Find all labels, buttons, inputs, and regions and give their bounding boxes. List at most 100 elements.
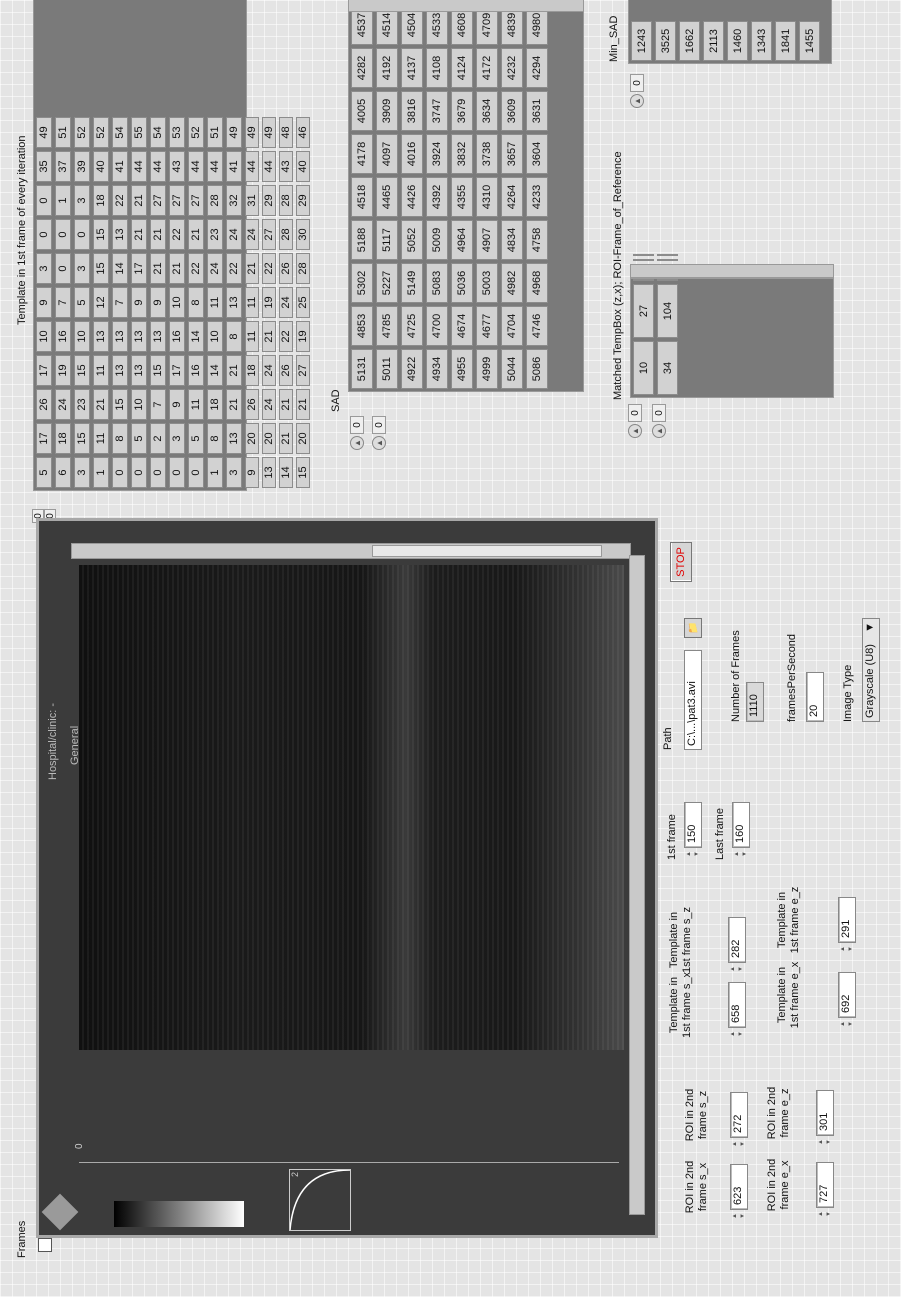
template-array-cell[interactable]: 22 xyxy=(169,219,185,250)
tpl-ez-field[interactable]: 291 xyxy=(838,897,856,943)
template-array-cell[interactable]: 10 xyxy=(36,321,52,352)
template-array-cell[interactable]: 22 xyxy=(262,253,276,284)
sad-array-cell[interactable]: 5117 xyxy=(376,220,398,260)
template-array-cell[interactable]: 35 xyxy=(36,151,52,182)
template-array-cell[interactable]: 24 xyxy=(262,355,276,386)
template-array-cell[interactable]: 40 xyxy=(296,151,310,182)
template-array-cell[interactable]: 16 xyxy=(188,355,204,386)
template-array-cell[interactable]: 13 xyxy=(226,287,242,318)
matched-array[interactable]: 103427104103510359349349351030 xyxy=(630,254,834,398)
template-array-cell[interactable]: 0 xyxy=(131,457,147,488)
template-array-cell[interactable]: 18 xyxy=(207,389,223,420)
template-array-cell[interactable]: 9 xyxy=(131,287,147,318)
template-array-cell[interactable]: 11 xyxy=(93,355,109,386)
template-array-cell[interactable]: 53 xyxy=(169,117,185,148)
template-array-cell[interactable]: 11 xyxy=(245,321,259,352)
sad-array-cell[interactable]: 4124 xyxy=(451,48,473,88)
sad-array-cell[interactable]: 4016 xyxy=(401,134,423,174)
template-array-cell[interactable]: 40 xyxy=(93,151,109,182)
sad-index-1-spinner[interactable]: ▲ xyxy=(372,436,386,450)
template-array-cell[interactable]: 5 xyxy=(74,287,90,318)
template-array-cell[interactable]: 29 xyxy=(262,185,276,216)
template-array-cell[interactable]: 41 xyxy=(226,151,242,182)
sad-array-cell[interactable]: 4426 xyxy=(401,177,423,217)
roi-sx-spinner[interactable]: ▲ ▼ xyxy=(731,1210,747,1222)
template-array-cell[interactable]: 10 xyxy=(74,321,90,352)
template-array-cell[interactable]: 21 xyxy=(150,219,166,250)
template-array-cell[interactable]: 51 xyxy=(207,117,223,148)
sad-array-cell[interactable]: 4192 xyxy=(376,48,398,88)
sad-array-cell[interactable]: 3909 xyxy=(376,91,398,131)
fps-field[interactable]: 20 xyxy=(806,672,824,722)
sad-array-cell[interactable]: 4310 xyxy=(476,177,498,217)
template-array-cell[interactable]: 44 xyxy=(188,151,204,182)
template-array-cell[interactable]: 1 xyxy=(207,457,223,488)
template-array-cell[interactable]: 32 xyxy=(226,185,242,216)
template-array-cell[interactable]: 19 xyxy=(55,355,71,386)
sad-array-cell[interactable]: 4392 xyxy=(426,177,448,217)
template-array-cell[interactable]: 20 xyxy=(262,423,276,454)
roi-ex-spinner[interactable]: ▲ ▼ xyxy=(817,1208,833,1220)
sad-array-cell[interactable]: 4834 xyxy=(501,220,523,260)
template-array-cell[interactable]: 31 xyxy=(245,185,259,216)
stop-button[interactable]: STOP xyxy=(670,542,692,582)
frames-scrollbar[interactable] xyxy=(71,543,631,559)
template-array-cell[interactable]: 44 xyxy=(150,151,166,182)
sad-array-cell[interactable]: 4005 xyxy=(351,91,373,131)
template-array-cell[interactable]: 0 xyxy=(55,219,71,250)
template-array-cell[interactable]: 15 xyxy=(74,355,90,386)
sad-array-cell[interactable]: 4704 xyxy=(501,306,523,346)
template-array-cell[interactable]: 10 xyxy=(131,389,147,420)
template-array-cell[interactable]: 14 xyxy=(207,355,223,386)
sad-array-cell[interactable]: 4232 xyxy=(501,48,523,88)
template-array-cell[interactable]: 46 xyxy=(296,117,310,148)
roi-ez-control[interactable]: ▲ ▼ 301 xyxy=(816,1090,834,1148)
template-array-cell[interactable]: 22 xyxy=(112,185,128,216)
tpl-sx-control[interactable]: ▲ ▼ 658 xyxy=(728,982,746,1040)
frames-vertical-scrollbar[interactable] xyxy=(629,555,645,1215)
tpl-sz-spinner[interactable]: ▲ ▼ xyxy=(729,963,745,975)
template-array-cell[interactable]: 21 xyxy=(188,219,204,250)
matched-index-1-spinner[interactable]: ▲ xyxy=(652,424,666,438)
roi-ez-field[interactable]: 301 xyxy=(816,1090,834,1136)
sad-array-cell[interactable]: 4853 xyxy=(351,306,373,346)
template-array-cell[interactable]: 0 xyxy=(55,253,71,284)
roi-sz-control[interactable]: ▲ ▼ 272 xyxy=(730,1092,748,1150)
template-array-cell[interactable]: 14 xyxy=(279,457,293,488)
template-array-cell[interactable]: 54 xyxy=(150,117,166,148)
template-array-cell[interactable]: 22 xyxy=(226,253,242,284)
sad-array-cell[interactable]: 3634 xyxy=(476,91,498,131)
sad-array-cell[interactable]: 3924 xyxy=(426,134,448,174)
sad-array-cell[interactable]: 5003 xyxy=(476,263,498,303)
sad-array-cell[interactable]: 4758 xyxy=(526,220,548,260)
template-array-cell[interactable]: 52 xyxy=(93,117,109,148)
template-array-cell[interactable]: 5 xyxy=(188,423,204,454)
template-array-cell[interactable]: 11 xyxy=(245,287,259,318)
sad-array-cell[interactable]: 5011 xyxy=(376,349,398,389)
sad-array-cell[interactable]: 4982 xyxy=(501,263,523,303)
sad-index-1[interactable]: 0 xyxy=(372,416,386,434)
min-sad-cell[interactable]: 1841 xyxy=(775,21,796,61)
matched-array-cell[interactable]: 30 xyxy=(657,254,678,256)
template-array-cell[interactable]: 23 xyxy=(207,219,223,250)
last-frame-control[interactable]: ▲ ▼ 160 xyxy=(732,802,750,860)
template-array-cell[interactable]: 27 xyxy=(188,185,204,216)
sad-array-cell[interactable]: 5052 xyxy=(401,220,423,260)
sad-array-cell[interactable]: 3609 xyxy=(501,91,523,131)
template-array-cell[interactable]: 0 xyxy=(169,457,185,488)
template-array-cell[interactable]: 52 xyxy=(74,117,90,148)
template-array-cell[interactable]: 19 xyxy=(262,287,276,318)
template-array-cell[interactable]: 26 xyxy=(279,253,293,284)
roi-ez-spinner[interactable]: ▲ ▼ xyxy=(817,1136,833,1148)
template-array-cell[interactable]: 15 xyxy=(93,219,109,250)
template-array-cell[interactable]: 9 xyxy=(36,287,52,318)
template-array-cell[interactable]: 17 xyxy=(169,355,185,386)
sad-array-cell[interactable]: 4677 xyxy=(476,306,498,346)
sad-array-cell[interactable]: 5131 xyxy=(351,349,373,389)
frames-display[interactable]: Hospital/clinic: - General 2 0 xyxy=(36,518,658,1238)
template-array-cell[interactable]: 10 xyxy=(207,321,223,352)
template-array-cell[interactable]: 24 xyxy=(262,389,276,420)
template-array-cell[interactable]: 12 xyxy=(93,287,109,318)
template-array-cell[interactable]: 28 xyxy=(279,185,293,216)
template-array-cell[interactable]: 18 xyxy=(93,185,109,216)
